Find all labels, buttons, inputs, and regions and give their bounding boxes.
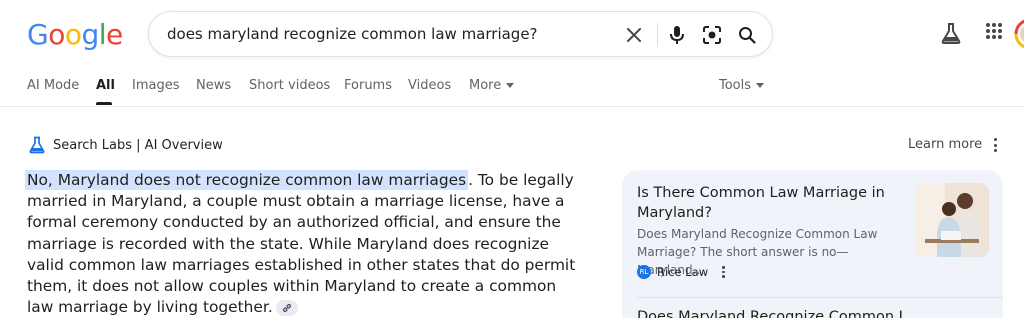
logo-letter: g [81, 18, 99, 51]
tab-more-label: More [469, 78, 502, 93]
google-logo[interactable]: Google [27, 18, 123, 51]
dropdown-arrow-icon [506, 83, 515, 88]
tools-button[interactable]: Tools [719, 78, 765, 93]
account-avatar[interactable] [1014, 18, 1024, 55]
source-card-title[interactable]: Is There Common Law Marriage in Maryland… [637, 183, 897, 223]
card-divider [637, 297, 1003, 298]
lens-icon[interactable] [700, 23, 724, 47]
source-name: Rice Law [657, 265, 709, 279]
mic-icon[interactable] [665, 23, 689, 47]
logo-letter: G [27, 18, 49, 51]
source-attribution: RL Rice Law [637, 265, 725, 279]
answer-highlight: No, Maryland does not recognize common l… [25, 170, 469, 190]
link-icon[interactable] [275, 299, 298, 316]
tab-all[interactable]: All [96, 78, 115, 93]
logo-letter: o [48, 18, 65, 51]
search-icon[interactable] [735, 23, 759, 47]
source-thumbnail[interactable] [915, 183, 989, 257]
active-tab-indicator [96, 102, 112, 105]
labs-flask-icon [29, 136, 45, 154]
ai-overview-title: Search Labs | AI Overview [53, 137, 223, 153]
search-tabs: AI Mode All Images News Short videos For… [27, 78, 1024, 108]
ai-overview-text: No, Maryland does not recognize common l… [25, 170, 582, 318]
source-card[interactable]: Is There Common Law Marriage in Maryland… [622, 170, 1003, 318]
tabs-divider [0, 106, 1024, 107]
logo-letter: e [106, 18, 123, 51]
tab-news[interactable]: News [196, 78, 231, 93]
search-box[interactable]: does maryland recognize common law marri… [148, 11, 773, 57]
more-options-icon[interactable] [988, 137, 1002, 153]
ai-overview-header: Search Labs | AI Overview [28, 136, 223, 154]
rice-law-favicon: RL [637, 265, 651, 279]
tab-short-videos[interactable]: Short videos [249, 78, 330, 93]
logo-letter: o [64, 18, 82, 51]
tab-more[interactable]: More [469, 78, 515, 93]
next-source-title[interactable]: Does Maryland Recognize Common L… [637, 309, 921, 318]
search-divider [657, 23, 658, 47]
labs-icon[interactable] [940, 22, 962, 49]
apps-grid-icon[interactable] [985, 22, 1003, 45]
tools-label: Tools [719, 78, 752, 93]
dropdown-arrow-icon [756, 83, 765, 88]
tab-ai-mode[interactable]: AI Mode [27, 78, 79, 93]
logo-letter: l [98, 18, 107, 51]
close-icon[interactable] [622, 23, 646, 47]
source-more-icon[interactable] [722, 266, 725, 278]
tab-videos[interactable]: Videos [408, 78, 451, 93]
answer-body: . To be legally married in Maryland, a c… [27, 171, 576, 317]
search-input[interactable]: does maryland recognize common law marri… [167, 25, 538, 43]
tab-images[interactable]: Images [132, 78, 180, 93]
tab-forums[interactable]: Forums [344, 78, 392, 93]
learn-more-link[interactable]: Learn more [908, 137, 982, 152]
